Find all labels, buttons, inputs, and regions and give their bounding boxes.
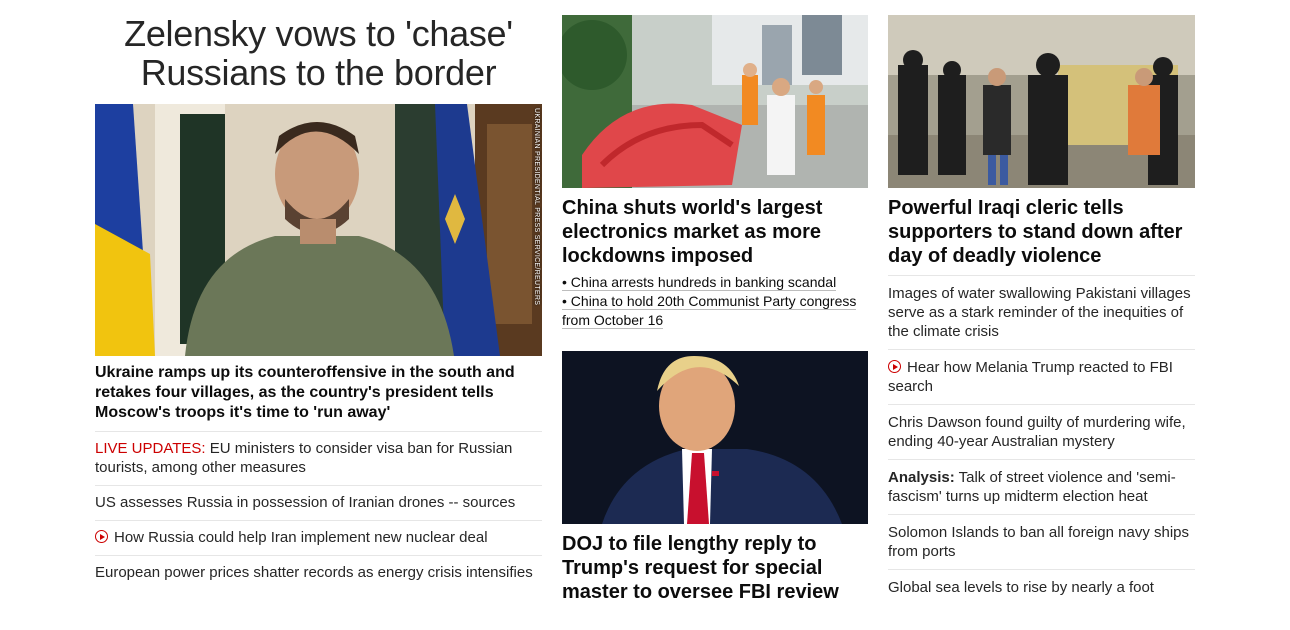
lead-headline-link[interactable]: Ukraine ramps up its counteroffensive in… <box>95 364 515 421</box>
list-item-link[interactable]: European power prices shatter records as… <box>95 564 533 581</box>
play-video-icon <box>888 360 901 373</box>
iraq-photo[interactable] <box>888 15 1195 188</box>
trump-image <box>562 351 868 524</box>
list-item[interactable]: Solomon Islands to ban all foreign navy … <box>888 514 1195 569</box>
more-news-list: Images of water swallowing Pakistani vil… <box>888 275 1195 605</box>
china-headline[interactable]: China shuts world's largest electronics … <box>562 196 868 268</box>
sub-link[interactable]: from October 16 <box>562 312 664 329</box>
sub-link-text: • China arrests hundreds in banking scan… <box>562 274 837 291</box>
live-updates-link[interactable]: LIVE UPDATES: EU ministers to consider v… <box>95 440 512 476</box>
list-item-link[interactable]: Solomon Islands to ban all foreign navy … <box>888 524 1189 560</box>
sub-link[interactable]: • China to hold 20th Communist Party con… <box>562 293 857 310</box>
sub-link-text: from October 16 <box>562 312 664 329</box>
lead-title[interactable]: Zelensky vows to 'chase' Russians to the… <box>95 14 542 92</box>
video-link[interactable]: Hear how Melania Trump reacted to FBI se… <box>888 359 1173 395</box>
lead-related-list: LIVE UPDATES: EU ministers to consider v… <box>95 431 542 590</box>
list-item[interactable]: How Russia could help Iran implement new… <box>95 520 542 555</box>
photo-credit: UKRAINIAN PRESIDENTIAL PRESS SERVICE/REU… <box>533 108 540 306</box>
doj-card: DOJ to file lengthy reply to Trump's req… <box>562 351 868 604</box>
list-item[interactable]: Hear how Melania Trump reacted to FBI se… <box>888 349 1195 404</box>
list-item-text: Hear how Melania Trump reacted to FBI se… <box>888 359 1173 395</box>
list-item[interactable]: Analysis: Talk of street violence and 's… <box>888 459 1195 514</box>
iraq-image <box>888 15 1195 188</box>
doj-headline[interactable]: DOJ to file lengthy reply to Trump's req… <box>562 532 868 604</box>
right-column: Powerful Iraqi cleric tells supporters t… <box>888 0 1195 605</box>
china-sub-links: • China arrests hundreds in banking scan… <box>562 273 868 330</box>
list-item[interactable]: Chris Dawson found guilty of murdering w… <box>888 404 1195 459</box>
sub-link[interactable]: • China arrests hundreds in banking scan… <box>562 274 837 291</box>
video-link[interactable]: How Russia could help Iran implement new… <box>95 529 488 546</box>
trump-photo[interactable] <box>562 351 868 524</box>
analysis-label: Analysis: <box>888 469 955 486</box>
zelensky-image <box>95 104 542 356</box>
sub-link-text: • China to hold 20th Communist Party con… <box>562 293 857 310</box>
list-item-text: How Russia could help Iran implement new… <box>114 529 488 546</box>
china-headline-link[interactable]: China shuts world's largest electronics … <box>562 197 822 267</box>
analysis-link[interactable]: Analysis: Talk of street violence and 's… <box>888 469 1176 505</box>
list-item[interactable]: European power prices shatter records as… <box>95 555 542 590</box>
list-item[interactable]: Images of water swallowing Pakistani vil… <box>888 275 1195 349</box>
list-item-link[interactable]: US assesses Russia in possession of Iran… <box>95 494 515 511</box>
play-video-icon <box>95 530 108 543</box>
list-item-link[interactable]: Global sea levels to rise by nearly a fo… <box>888 579 1154 596</box>
iraq-headline-link[interactable]: Powerful Iraqi cleric tells supporters t… <box>888 197 1182 267</box>
list-item[interactable]: Global sea levels to rise by nearly a fo… <box>888 569 1195 605</box>
china-market-image <box>562 15 868 188</box>
list-item[interactable]: LIVE UPDATES: EU ministers to consider v… <box>95 431 542 485</box>
lead-headline[interactable]: Ukraine ramps up its counteroffensive in… <box>95 363 542 423</box>
list-item-link[interactable]: Chris Dawson found guilty of murdering w… <box>888 414 1186 450</box>
center-column: China shuts world's largest electronics … <box>562 0 868 603</box>
iraq-headline[interactable]: Powerful Iraqi cleric tells supporters t… <box>888 196 1195 268</box>
list-item[interactable]: US assesses Russia in possession of Iran… <box>95 485 542 520</box>
doj-headline-link[interactable]: DOJ to file lengthy reply to Trump's req… <box>562 533 839 603</box>
lead-photo[interactable]: UKRAINIAN PRESIDENTIAL PRESS SERVICE/REU… <box>95 104 542 356</box>
china-photo[interactable] <box>562 15 868 188</box>
lead-column: Zelensky vows to 'chase' Russians to the… <box>95 0 542 590</box>
list-item-link[interactable]: Images of water swallowing Pakistani vil… <box>888 285 1191 340</box>
lead-title-link[interactable]: Zelensky vows to 'chase' Russians to the… <box>124 13 513 93</box>
live-updates-label: LIVE UPDATES: <box>95 440 206 457</box>
